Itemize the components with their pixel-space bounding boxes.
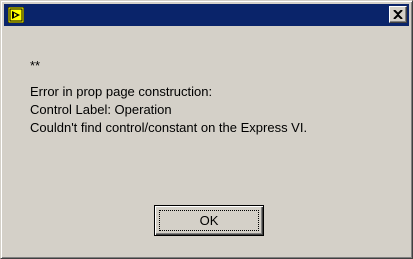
message-line: **: [30, 58, 41, 73]
ok-button[interactable]: OK: [154, 205, 264, 236]
message-line: Control Label: Operation: [30, 102, 172, 117]
error-dialog: ** Error in prop page construction: Cont…: [0, 0, 413, 259]
message-line: Error in prop page construction:: [30, 84, 213, 99]
close-button[interactable]: [389, 6, 407, 23]
labview-express-icon: [7, 6, 25, 24]
message-line: Couldn't find control/constant on the Ex…: [30, 120, 308, 135]
error-message: ** Error in prop page construction: Cont…: [30, 57, 307, 137]
ok-button-label: OK: [159, 210, 259, 231]
title-bar[interactable]: [4, 4, 409, 26]
